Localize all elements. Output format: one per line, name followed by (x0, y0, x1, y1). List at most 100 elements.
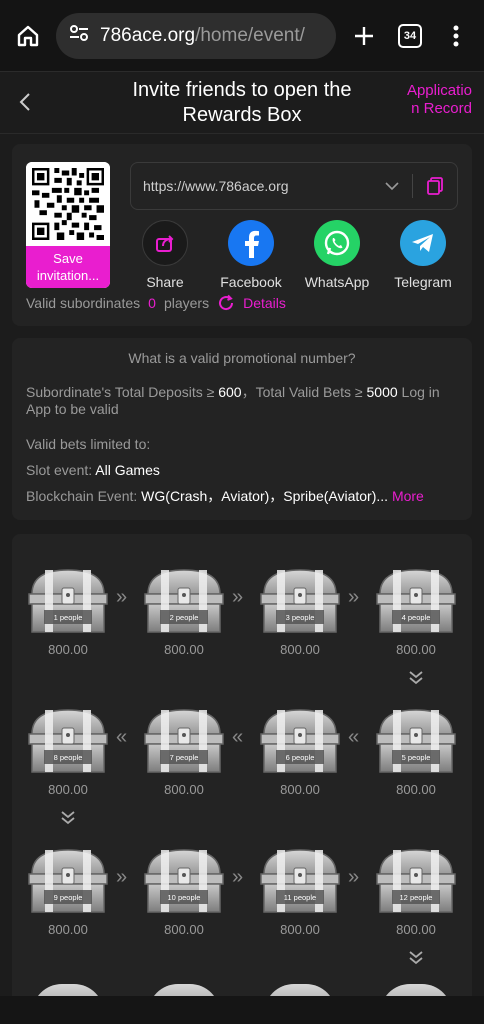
page-header: Invite friends to open the Rewards Box A… (0, 72, 484, 134)
chest-icon: 1 people (28, 569, 108, 633)
whatsapp-label: WhatsApp (304, 274, 370, 290)
share-label: Share (146, 274, 184, 290)
slot-event-row: Slot event: All Games (26, 462, 458, 479)
arrow-right-icon: » (116, 866, 127, 888)
telegram-label: Telegram (394, 274, 452, 290)
site-settings-icon[interactable] (68, 22, 90, 49)
chest-icon: 11 people (260, 849, 340, 913)
new-tab-icon[interactable] (346, 18, 382, 54)
url-text: 786ace.org/home/event/ (100, 25, 305, 47)
bets-value: 5000 (366, 384, 398, 400)
chest-icon: 8 people (28, 709, 108, 773)
reward-amount: 800.00 (396, 782, 436, 797)
url-host: 786ace.org (100, 24, 196, 46)
arrow-right-icon: » (232, 586, 243, 608)
copy-icon[interactable] (425, 176, 445, 196)
arrow-down-icon (409, 951, 423, 965)
facebook-share-button[interactable]: Facebook (208, 220, 294, 290)
reward-box[interactable]: 8 people (26, 704, 110, 776)
arrow-left-icon: « (348, 726, 359, 748)
reward-box[interactable]: 12 people (374, 844, 458, 916)
reward-box[interactable]: 6 people (258, 704, 342, 776)
svg-text:6 people: 6 people (286, 753, 315, 762)
reward-box[interactable]: 1 people (26, 564, 110, 636)
reward-box[interactable]: 5 people (374, 704, 458, 776)
reward-amount: 800.00 (280, 782, 320, 797)
arrow-down-icon (61, 811, 75, 825)
rules-title: What is a valid promotional number? (128, 350, 356, 366)
valid-subordinates-label: Valid subordinates (26, 295, 141, 311)
svg-text:11 people: 11 people (284, 893, 316, 902)
slot-event-label: Slot event: (26, 462, 96, 478)
qr-code-panel: Save invitation... (26, 162, 110, 288)
reward-box[interactable]: 2 people (142, 564, 226, 636)
arrow-left-icon: « (232, 726, 243, 748)
invite-card: Save invitation... https://www.786ace.or… (12, 144, 472, 326)
reward-box[interactable]: 11 people (258, 844, 342, 916)
url-path: /home/event/ (195, 24, 305, 46)
svg-text:7 people: 7 people (170, 753, 199, 762)
chest-icon: 5 people (376, 709, 456, 773)
tab-count: 34 (398, 23, 422, 48)
invite-link-text: https://www.786ace.org (143, 178, 289, 194)
chevron-left-icon (19, 93, 30, 111)
reward-amount: 800.00 (396, 642, 436, 657)
share-button[interactable]: Share (122, 220, 208, 290)
chest-icon: 2 people (144, 569, 224, 633)
save-invitation-button[interactable]: Save invitation... (26, 246, 110, 288)
rules-card: What is a valid promotional number? Subo… (12, 338, 472, 520)
system-nav-bar (0, 996, 484, 1024)
chevron-down-icon[interactable] (384, 181, 400, 191)
tab-switcher-button[interactable]: 34 (392, 18, 428, 54)
reward-box[interactable]: 9 people (26, 844, 110, 916)
reward-amount: 800.00 (280, 922, 320, 937)
reward-box[interactable]: 3 people (258, 564, 342, 636)
reward-amount: 800.00 (164, 642, 204, 657)
reward-box[interactable]: 10 people (142, 844, 226, 916)
svg-text:3 people: 3 people (286, 613, 315, 622)
svg-text:4 people: 4 people (402, 613, 431, 622)
reward-amount: 800.00 (396, 922, 436, 937)
arrow-right-icon: » (116, 586, 127, 608)
reward-amount: 800.00 (48, 782, 88, 797)
svg-text:8 people: 8 people (54, 753, 83, 762)
limited-label: Valid bets limited to: (26, 436, 151, 452)
reward-amount: 800.00 (164, 922, 204, 937)
blockchain-event-value: WG(Crash，Aviator)，Spribe(Aviator)... (141, 488, 389, 504)
svg-text:9 people: 9 people (54, 893, 83, 902)
back-button[interactable] (10, 87, 40, 117)
whatsapp-share-button[interactable]: WhatsApp (294, 220, 380, 290)
invite-link-field[interactable]: https://www.786ace.org (130, 162, 458, 210)
chest-icon: 9 people (28, 849, 108, 913)
svg-text:1 people: 1 people (54, 613, 83, 622)
deposit-value: 600 (218, 384, 242, 400)
arrow-down-icon (409, 671, 423, 685)
telegram-share-button[interactable]: Telegram (380, 220, 466, 290)
more-menu-icon[interactable] (438, 18, 474, 54)
reward-box[interactable]: 4 people (374, 564, 458, 636)
reward-amount: 800.00 (48, 922, 88, 937)
qr-code-icon (26, 162, 110, 246)
more-link[interactable]: More (392, 488, 424, 504)
chest-icon: 6 people (260, 709, 340, 773)
valid-subordinates-unit: players (163, 295, 210, 311)
details-link[interactable]: Details (243, 295, 286, 311)
blockchain-event-label: Blockchain Event: (26, 488, 142, 504)
facebook-icon (228, 220, 274, 266)
rules-requirement: Subordinate's Total Deposits ≥ 600，Total… (26, 384, 458, 418)
reward-box[interactable]: 7 people (142, 704, 226, 776)
refresh-icon[interactable] (217, 294, 235, 312)
reward-amount: 800.00 (164, 782, 204, 797)
chest-icon: 12 people (376, 849, 456, 913)
reward-boxes-card: 1 people 800.00 2 people 800.00 3 people… (12, 534, 472, 1004)
chest-icon: 7 people (144, 709, 224, 773)
application-record-link[interactable]: Application Record (400, 82, 472, 118)
home-icon[interactable] (10, 18, 46, 54)
arrow-right-icon: » (348, 866, 359, 888)
chest-icon: 4 people (376, 569, 456, 633)
svg-text:2 people: 2 people (170, 613, 199, 622)
address-bar[interactable]: 786ace.org/home/event/ (56, 12, 336, 59)
deposit-label: Subordinate's Total Deposits ≥ (26, 384, 219, 400)
reward-amount: 800.00 (280, 642, 320, 657)
bets-label: ，Total Valid Bets ≥ (241, 384, 367, 400)
